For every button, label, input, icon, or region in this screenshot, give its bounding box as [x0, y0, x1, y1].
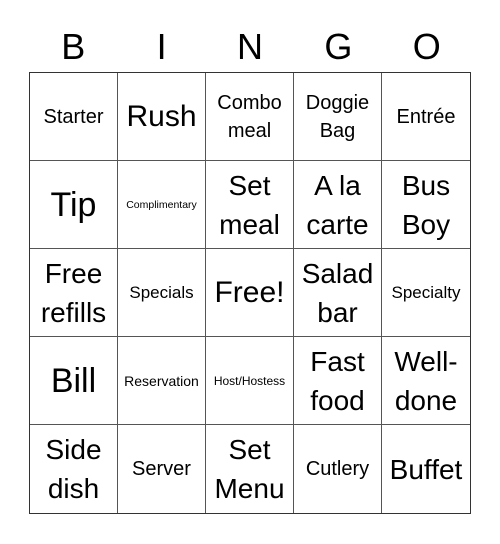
bingo-cell-label: Specialty	[391, 282, 461, 302]
bingo-cell[interactable]: Specialty	[382, 249, 470, 337]
bingo-cell[interactable]: Doggie Bag	[294, 73, 382, 161]
bingo-cell-label: Rush	[126, 99, 197, 133]
bingo-cell[interactable]: A la carte	[294, 161, 382, 249]
bingo-cell[interactable]: Complimentary	[118, 161, 206, 249]
bingo-cell-label: Reservation	[124, 372, 199, 389]
bingo-cell-label: Server	[132, 458, 191, 480]
bingo-cell[interactable]: Bus Boy	[382, 161, 470, 249]
bingo-cell[interactable]: Bill	[30, 337, 118, 425]
bingo-cell[interactable]: Rush	[118, 73, 206, 161]
bingo-cell-label: A la carte	[306, 169, 369, 240]
bingo-cell[interactable]: Set meal	[206, 161, 294, 249]
bingo-cell-label: Specials	[129, 282, 194, 302]
bingo-cell[interactable]: Salad bar	[294, 249, 382, 337]
bingo-cell-label: Complimentary	[126, 198, 197, 211]
bingo-cell-label: Fast food	[310, 345, 365, 416]
bingo-cell-label: Set Menu	[214, 434, 285, 504]
bingo-cell-label: Set meal	[219, 169, 280, 240]
bingo-cell-label: Bill	[50, 361, 97, 400]
header-letter-b: B	[61, 26, 86, 67]
bingo-cell[interactable]: Well-done	[382, 337, 470, 425]
bingo-header: B I N G O	[29, 22, 471, 72]
bingo-cell-label: Buffet	[389, 453, 463, 485]
bingo-cell-label: Starter	[43, 105, 104, 128]
bingo-cell-label: Doggie Bag	[305, 91, 370, 142]
bingo-cell-label: Host/Hostess	[213, 373, 286, 388]
bingo-cell-label: Salad bar	[301, 257, 374, 328]
bingo-cell-label: Cutlery	[305, 458, 370, 480]
header-letter-n: N	[236, 26, 263, 67]
bingo-cell-label: Well-done	[394, 345, 458, 416]
bingo-cell[interactable]: Tip	[30, 161, 118, 249]
bingo-cell-label: Free refills	[40, 257, 107, 328]
bingo-cell[interactable]: Combo meal	[206, 73, 294, 161]
bingo-cell-label: Bus Boy	[401, 169, 451, 240]
bingo-cell-label: Side dish	[45, 434, 102, 504]
bingo-cell[interactable]: Reservation	[118, 337, 206, 425]
bingo-cell[interactable]: Entrée	[382, 73, 470, 161]
bingo-cell-label: Entrée	[396, 105, 456, 128]
bingo-cell[interactable]: Buffet	[382, 425, 470, 513]
bingo-cell[interactable]: Starter	[30, 73, 118, 161]
header-letter-g: G	[324, 26, 353, 67]
bingo-cell[interactable]: Set Menu	[206, 425, 294, 513]
header-letter-o: O	[412, 26, 441, 67]
header-letter-i: I	[156, 26, 167, 67]
bingo-cell[interactable]: Free refills	[30, 249, 118, 337]
bingo-cell[interactable]: Cutlery	[294, 425, 382, 513]
bingo-cell[interactable]: Host/Hostess	[206, 337, 294, 425]
bingo-cell[interactable]: Specials	[118, 249, 206, 337]
bingo-cell-label: Combo meal	[217, 91, 282, 142]
bingo-cell[interactable]: Server	[118, 425, 206, 513]
bingo-cell[interactable]: Free!	[206, 249, 294, 337]
bingo-cell-label: Tip	[50, 185, 97, 224]
bingo-cell-label: Free!	[214, 275, 285, 309]
bingo-cell[interactable]: Fast food	[294, 337, 382, 425]
bingo-cell[interactable]: Side dish	[30, 425, 118, 513]
bingo-grid: Starter Rush Combo meal Doggie Bag Entrée Tip…	[29, 72, 471, 514]
